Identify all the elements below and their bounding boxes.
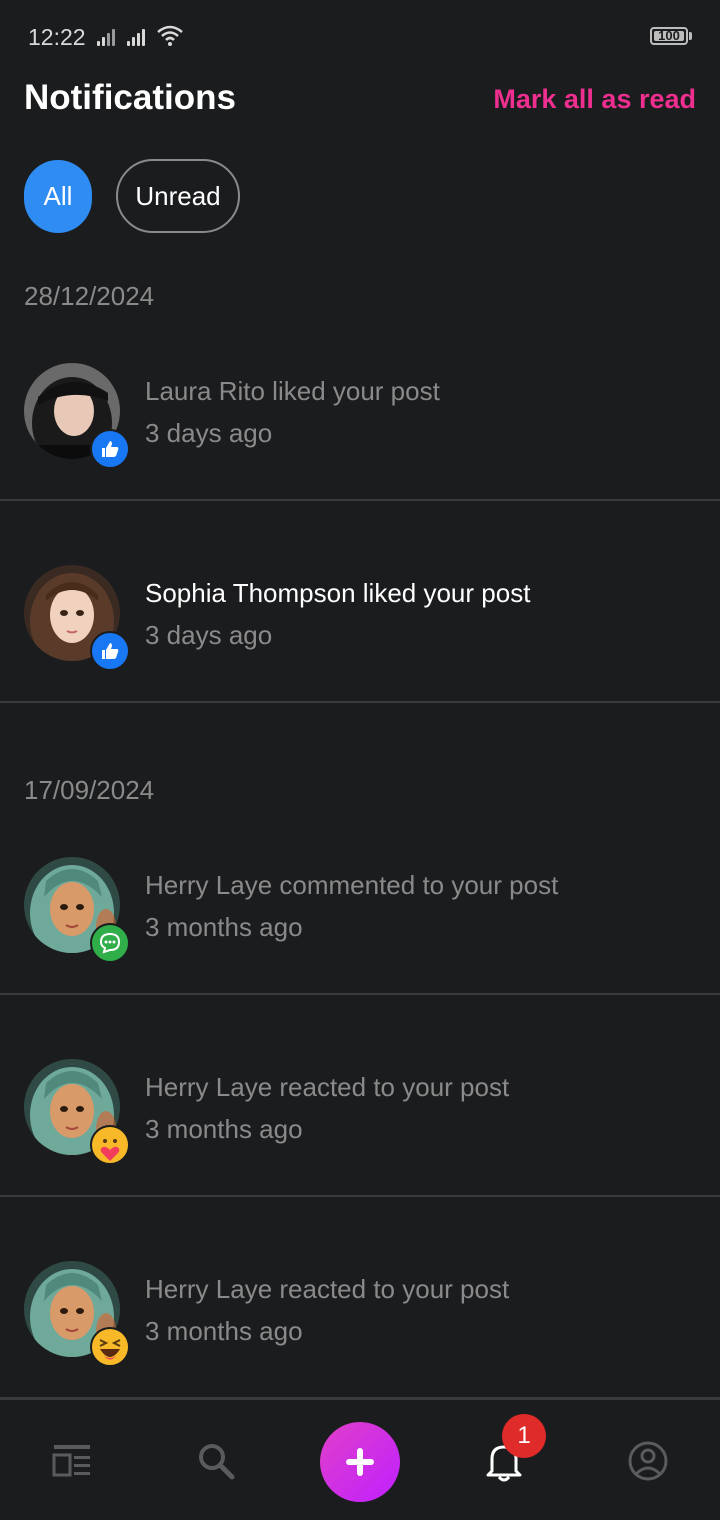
battery-level: 100	[658, 28, 680, 43]
notification-time: 3 days ago	[145, 418, 273, 448]
notification-count-badge: 1	[502, 1414, 546, 1458]
page-title: Notifications	[24, 78, 236, 117]
thumbs-up-icon	[90, 429, 130, 469]
search-icon	[199, 1444, 235, 1480]
battery-icon: 100	[650, 27, 688, 45]
search-nav-button[interactable]	[186, 1426, 246, 1496]
tab-all[interactable]: All	[24, 160, 92, 233]
comment-icon	[90, 923, 130, 963]
profile-nav-button[interactable]	[618, 1426, 678, 1496]
status-bar: 12:22 100	[0, 0, 720, 72]
feed-nav-button[interactable]	[42, 1426, 102, 1496]
notification-item[interactable]: Herry Laye reacted to your post 3 months…	[0, 1197, 720, 1399]
notification-time: 3 days ago	[145, 620, 273, 650]
notification-item[interactable]: Sophia Thompson liked your post 3 days a…	[0, 501, 720, 703]
notification-time: 3 months ago	[145, 1316, 303, 1346]
notification-text: Sophia Thompson liked your post	[145, 578, 531, 608]
notification-text: Herry Laye commented to your post	[145, 870, 559, 900]
notification-item[interactable]: Herry Laye commented to your post 3 mont…	[0, 793, 720, 995]
tab-unread[interactable]: Unread	[116, 159, 240, 233]
notification-text: Laura Rito liked your post	[145, 376, 440, 406]
plus-icon	[346, 1448, 374, 1476]
bottom-nav: 1	[0, 1398, 720, 1520]
haha-emoji-icon	[90, 1327, 130, 1367]
notifications-screen: 12:22 100 Notifications Mark all as read…	[0, 0, 720, 1520]
status-time: 12:22	[28, 24, 86, 50]
care-emoji-icon	[90, 1125, 130, 1165]
notification-text: Herry Laye reacted to your post	[145, 1274, 510, 1304]
battery-nub	[689, 32, 692, 40]
notification-time: 3 months ago	[145, 1114, 303, 1144]
notification-text: Herry Laye reacted to your post	[145, 1072, 510, 1102]
notification-item[interactable]: Herry Laye reacted to your post 3 months…	[0, 995, 720, 1197]
mark-all-read-button[interactable]: Mark all as read	[493, 84, 696, 115]
notification-item[interactable]: Laura Rito liked your post 3 days ago	[0, 299, 720, 501]
profile-icon	[628, 1441, 668, 1481]
thumbs-up-icon	[90, 631, 130, 671]
create-post-button[interactable]	[320, 1422, 400, 1502]
signal-1-icon	[97, 26, 119, 46]
signal-2-icon	[127, 26, 149, 46]
wifi-icon	[157, 25, 183, 46]
feed-icon	[52, 1445, 90, 1477]
notification-time: 3 months ago	[145, 912, 303, 942]
